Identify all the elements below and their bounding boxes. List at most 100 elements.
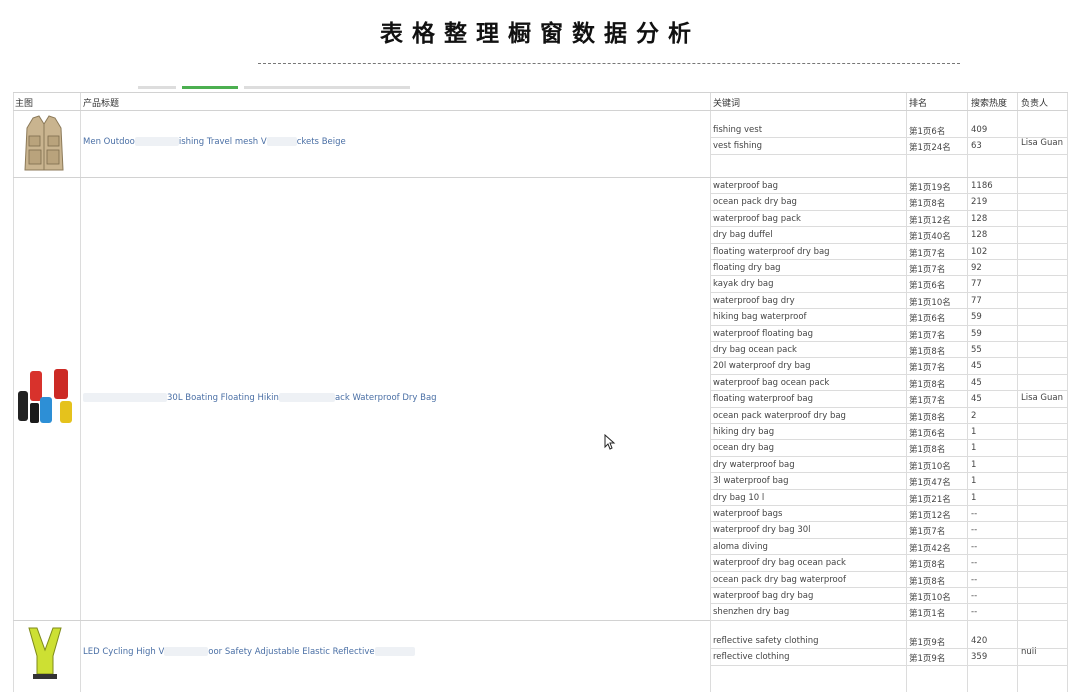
title-part: ckets Beige xyxy=(296,137,346,147)
rank-cell: 第1页7名 xyxy=(909,265,946,275)
title-part: Men Outdoo xyxy=(83,137,135,147)
keyword-cell: waterproof bag pack xyxy=(713,213,801,224)
heat-cell: 1 xyxy=(971,459,977,470)
keyword-cell: dry bag duffel xyxy=(713,230,773,241)
keyword-row-divider xyxy=(710,455,1068,457)
reflective-vest-icon[interactable] xyxy=(23,626,67,686)
heat-cell: -- xyxy=(971,574,978,585)
keyword-cell: dry waterproof bag xyxy=(713,459,795,470)
keyword-row-divider xyxy=(710,472,1068,474)
header-main-image: 主图 xyxy=(15,99,34,109)
product-title-link[interactable]: 30L Boating Floating Hikin ack Waterproof… xyxy=(83,393,437,403)
fishing-vest-icon[interactable] xyxy=(21,114,67,178)
blurred-text xyxy=(278,393,335,402)
rank-cell: 第1页9名 xyxy=(909,638,946,648)
keyword-cell: waterproof dry bag ocean pack xyxy=(713,558,846,569)
heat-cell: -- xyxy=(971,591,978,601)
rank-cell: 第1页8名 xyxy=(909,199,946,210)
keyword-cell: kayak dry bag xyxy=(713,279,774,290)
heat-cell: 1 xyxy=(971,492,977,503)
keyword-table: 主图 产品标题 关键词 排名 搜索热度 负责人 Men Outdoo ishing… xyxy=(13,92,1068,692)
header-owner: 负责人 xyxy=(1021,99,1049,109)
tab-3[interactable] xyxy=(244,86,410,89)
rank-cell: 第1页24名 xyxy=(909,143,951,154)
rank-cell: 第1页10名 xyxy=(909,593,951,603)
keyword-row-divider xyxy=(710,648,1068,650)
heat-cell: -- xyxy=(971,607,978,618)
keyword-cell: waterproof bag dry xyxy=(713,295,795,306)
rank-cell: 第1页6名 xyxy=(909,281,946,292)
keyword-row-divider xyxy=(710,603,1068,605)
keyword-cell: waterproof dry bag 30l xyxy=(713,525,811,536)
keyword-cell: vest fishing xyxy=(713,141,763,152)
header-search-heat: 搜索热度 xyxy=(971,99,1008,109)
keyword-row-divider xyxy=(710,275,1068,277)
rank-cell: 第1页6名 xyxy=(909,314,946,325)
keyword-cell: fishing vest xyxy=(713,125,763,135)
keyword-row-divider xyxy=(710,439,1068,441)
keyword-row-divider xyxy=(710,308,1068,310)
keyword-cell: dry bag ocean pack xyxy=(713,345,797,355)
mouse-cursor-icon xyxy=(604,433,616,454)
keyword-cell: ocean dry bag xyxy=(713,443,775,454)
keyword-cell: shenzhen dry bag xyxy=(713,607,790,618)
keyword-row-divider xyxy=(710,664,1068,666)
heat-cell: 359 xyxy=(971,652,988,663)
keyword-row-divider xyxy=(710,570,1068,572)
header-keyword: 关键词 xyxy=(713,99,741,109)
keyword-cell: floating waterproof bag xyxy=(713,394,813,405)
heat-cell: -- xyxy=(971,525,978,536)
heat-cell: 63 xyxy=(971,141,982,152)
title-part: oor Safety Adjustable Elastic Reflective xyxy=(208,647,375,657)
keyword-row-divider xyxy=(710,324,1068,326)
rank-cell: 第1页12名 xyxy=(909,511,951,521)
title-divider xyxy=(258,63,960,64)
keyword-cell: waterproof bags xyxy=(713,509,783,519)
rank-cell: 第1页6名 xyxy=(909,429,946,439)
keyword-row-divider xyxy=(710,537,1068,539)
heat-cell: 77 xyxy=(971,279,982,290)
rank-cell: 第1页6名 xyxy=(909,127,946,137)
keyword-row-divider xyxy=(710,291,1068,293)
rank-cell: 第1页12名 xyxy=(909,215,951,226)
heat-cell: 420 xyxy=(971,636,988,646)
rank-cell: 第1页7名 xyxy=(909,396,946,407)
product-title-link[interactable]: LED Cycling High V oor Safety Adjustable … xyxy=(83,647,415,657)
blurred-text xyxy=(83,393,167,402)
keyword-cell: 20l waterproof dry bag xyxy=(713,361,811,372)
keyword-cell: waterproof floating bag xyxy=(713,328,813,339)
product-title-link[interactable]: Men Outdoo ishing Travel mesh V ckets Beig… xyxy=(83,137,346,147)
keyword-cell: waterproof bag dry bag xyxy=(713,591,814,601)
heat-cell: 77 xyxy=(971,295,982,306)
heat-cell: 2 xyxy=(971,410,977,421)
tab-active[interactable] xyxy=(182,86,238,89)
heat-cell: 92 xyxy=(971,263,982,273)
heat-cell: 409 xyxy=(971,125,988,135)
rank-cell: 第1页8名 xyxy=(909,445,946,456)
keyword-row-divider xyxy=(710,406,1068,408)
keyword-cell: ocean pack dry bag xyxy=(713,197,797,208)
rank-cell: 第1页7名 xyxy=(909,527,946,538)
keyword-row-divider xyxy=(710,242,1068,244)
keyword-row-divider xyxy=(710,259,1068,260)
keyword-row-divider xyxy=(710,209,1068,211)
dry-bag-icon[interactable] xyxy=(16,367,76,431)
heat-cell: 59 xyxy=(971,328,982,339)
heat-cell: 1 xyxy=(971,443,977,454)
keyword-cell: reflective safety clothing xyxy=(713,636,819,646)
keyword-cell: reflective clothing xyxy=(713,652,790,663)
heat-cell: 102 xyxy=(971,246,988,257)
blurred-text xyxy=(266,137,297,146)
keyword-cell: waterproof bag xyxy=(713,181,779,191)
rank-cell: 第1页10名 xyxy=(909,297,951,308)
heat-cell: 45 xyxy=(971,394,982,405)
tab-1[interactable] xyxy=(138,86,176,89)
heat-cell: 45 xyxy=(971,377,982,388)
rank-cell: 第1页8名 xyxy=(909,576,946,587)
keyword-cell: ocean pack dry bag waterproof xyxy=(713,574,846,585)
rank-cell: 第1页8名 xyxy=(909,412,946,423)
keyword-row-divider xyxy=(710,505,1068,506)
keyword-row-divider xyxy=(710,587,1068,588)
heat-cell: -- xyxy=(971,558,978,569)
rank-cell: 第1页7名 xyxy=(909,330,946,341)
